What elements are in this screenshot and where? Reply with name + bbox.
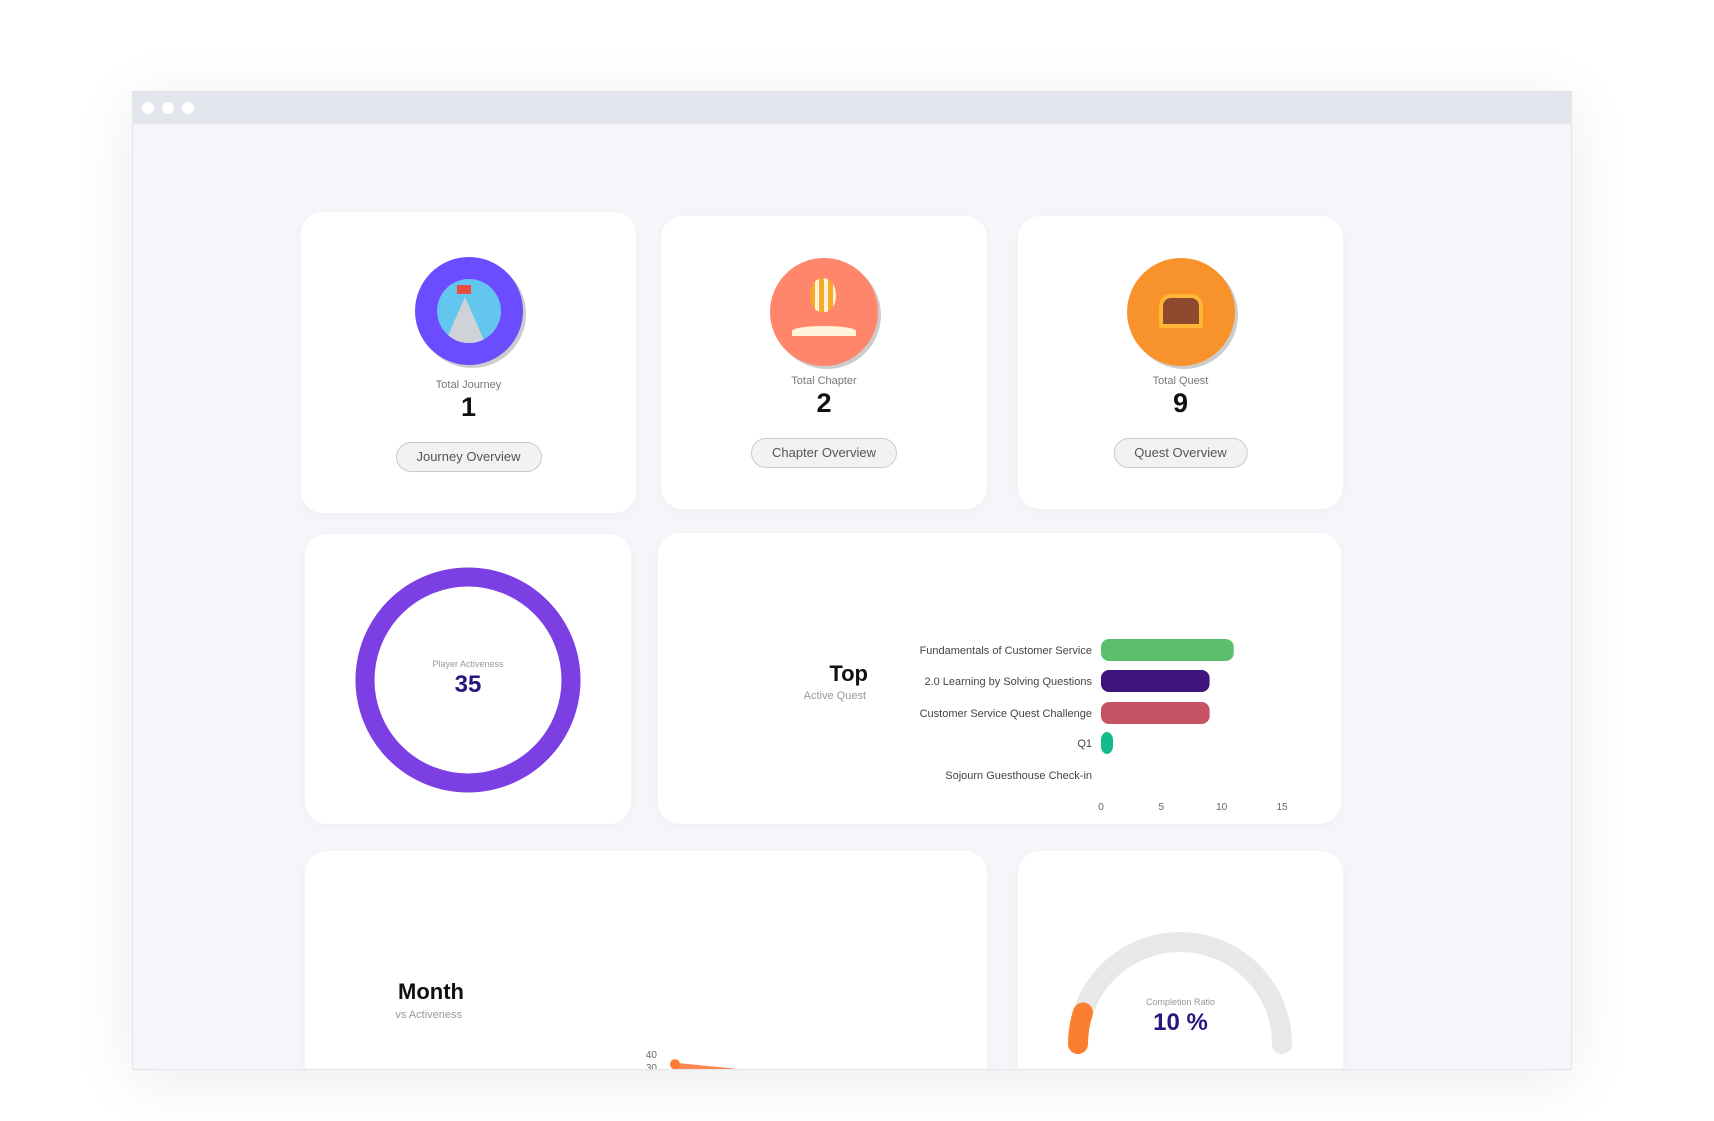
bar-label: 2.0 Learning by Solving Questions [924,676,1092,688]
area [675,1064,724,1069]
y-tick-label: 40 [646,1050,658,1061]
bar-label: Fundamentals of Customer Service [920,645,1092,657]
chapter-card: Total Chapter 2 Chapter Overview [661,216,987,509]
bar-label: Customer Service Quest Challenge [920,708,1092,720]
balloon-book-icon [770,258,878,366]
window-close-button[interactable] [142,102,154,114]
completion-value: 10 % [1153,1009,1208,1036]
stat-label: Total Quest [1152,375,1209,387]
completion-label: Completion Ratio [1145,997,1216,1007]
activeness-label: Player Activeness [432,659,504,669]
window-maximize-button[interactable] [182,102,194,114]
bar-label: Q1 [1077,738,1092,750]
bar [1101,732,1113,754]
stat-value: 1 [460,392,477,422]
x-tick-label: 5 [1159,802,1165,813]
month-activeness-chart: 01020304003-202104-2021 [646,1050,739,1070]
top-quest-card: Top Active Quest Fundamentals of Custome… [658,533,1341,824]
x-tick-label: 15 [1276,802,1288,813]
stat-value: 2 [816,388,832,418]
bar [1101,702,1210,724]
chapter-overview-button[interactable]: Chapter Overview [750,438,898,468]
activeness-card: Player Activeness 35 [305,534,631,824]
mountain-flag-icon [414,257,523,365]
x-tick-label: 10 [1216,802,1228,813]
bar-label: Sojourn Guesthouse Check-in [945,770,1092,782]
completion-card: Completion Ratio 10 % [1018,851,1343,1069]
line [674,1062,739,1069]
top-quest-bar-chart: Fundamentals of Customer Service 2.0 Lear… [920,639,1288,813]
data-point [670,1059,680,1069]
treasure-chest-icon [1126,258,1235,366]
window-minimize-button[interactable] [162,102,174,114]
x-tick-label: 0 [1098,802,1104,813]
stat-label: Total Journey [435,379,502,391]
completion-gauge [1068,932,1292,1054]
stat-label: Total Chapter [791,375,857,387]
journey-overview-button[interactable]: Journey Overview [395,442,542,472]
activeness-value: 35 [454,671,482,698]
journey-card: Total Journey 1 Journey Overview [301,212,636,513]
browser-window: Total Journey 1 Journey Overview Total C… [132,91,1572,1070]
month-card: Month vs Activeness 01020304003-202104-2… [305,851,987,1070]
bar [1101,670,1210,692]
quest-card: Total Quest 9 Quest Overview [1018,216,1343,509]
stat-value: 9 [1172,388,1189,418]
title-bar [133,92,1571,124]
quest-overview-button[interactable]: Quest Overview [1113,438,1248,468]
y-tick-label: 30 [646,1063,658,1070]
bar [1101,639,1234,661]
